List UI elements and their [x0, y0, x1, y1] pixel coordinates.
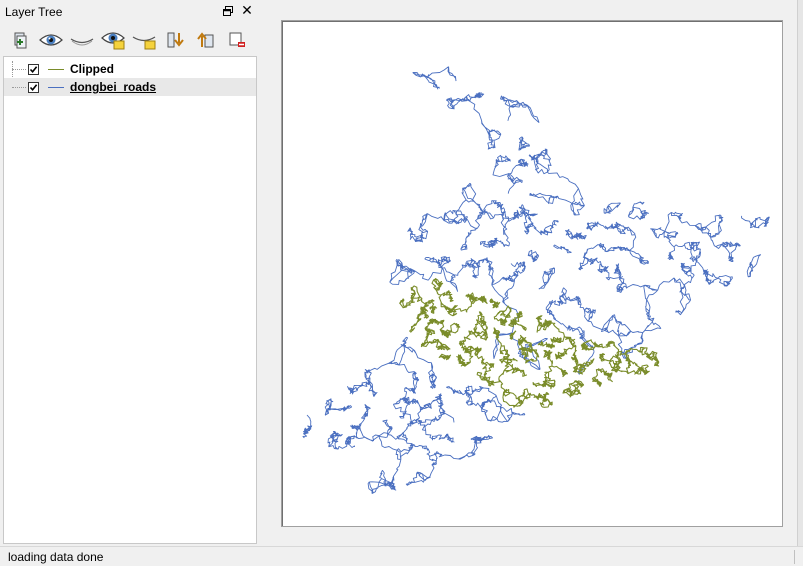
layer-name[interactable]: Clipped [70, 62, 114, 76]
show-all-layers-icon [39, 34, 63, 46]
move-layer-down-icon [167, 32, 184, 48]
status-message: loading data done [8, 550, 104, 564]
move-layer-up-icon [197, 32, 214, 48]
status-separator [794, 550, 795, 564]
layer-visibility-checkbox[interactable] [28, 82, 39, 93]
remove-layer-button[interactable] [223, 27, 251, 53]
dock-title: Layer Tree [5, 5, 63, 19]
layer-legend-line [48, 69, 64, 70]
hide-selected-layers-button[interactable] [130, 27, 158, 53]
float-icon[interactable] [222, 5, 234, 17]
status-bar: loading data done [0, 546, 803, 566]
tree-connector [12, 69, 26, 70]
layer-name[interactable]: dongbei_roads [70, 80, 156, 94]
checkmark-icon [29, 66, 38, 74]
layer-toolbar [6, 26, 251, 54]
close-icon[interactable]: ✕ [240, 3, 254, 17]
road-network-map [302, 66, 770, 494]
move-layer-down-button[interactable] [161, 27, 189, 53]
dongbei-roads-layer [302, 66, 770, 494]
road-segments [302, 66, 770, 494]
hide-selected-layers-icon [132, 36, 156, 50]
app-window: Layer Tree ✕ Clipped dongbei_roads loadi… [0, 0, 803, 566]
layer-tree-dock: Layer Tree ✕ Clipped dongbei_roads [0, 0, 260, 546]
hide-all-layers-icon [70, 38, 94, 46]
show-selected-layers-icon [101, 32, 125, 50]
show-selected-layers-button[interactable] [99, 27, 127, 53]
move-layer-up-button[interactable] [192, 27, 220, 53]
checkmark-icon [29, 84, 38, 92]
layer-tree: Clipped dongbei_roads [3, 56, 257, 544]
remove-layer-icon [229, 32, 245, 47]
hide-all-layers-button[interactable] [68, 27, 96, 53]
layer-row-clipped[interactable]: Clipped [4, 60, 256, 78]
tree-connector [12, 87, 26, 88]
layer-legend-line [48, 87, 64, 88]
layer-row-dongbei-roads[interactable]: dongbei_roads [4, 78, 256, 96]
show-all-layers-button[interactable] [37, 27, 65, 53]
window-edge [797, 0, 803, 546]
add-layer-icon [14, 32, 27, 49]
layer-visibility-checkbox[interactable] [28, 64, 39, 75]
add-layer-button[interactable] [6, 27, 34, 53]
map-canvas[interactable] [281, 20, 783, 527]
